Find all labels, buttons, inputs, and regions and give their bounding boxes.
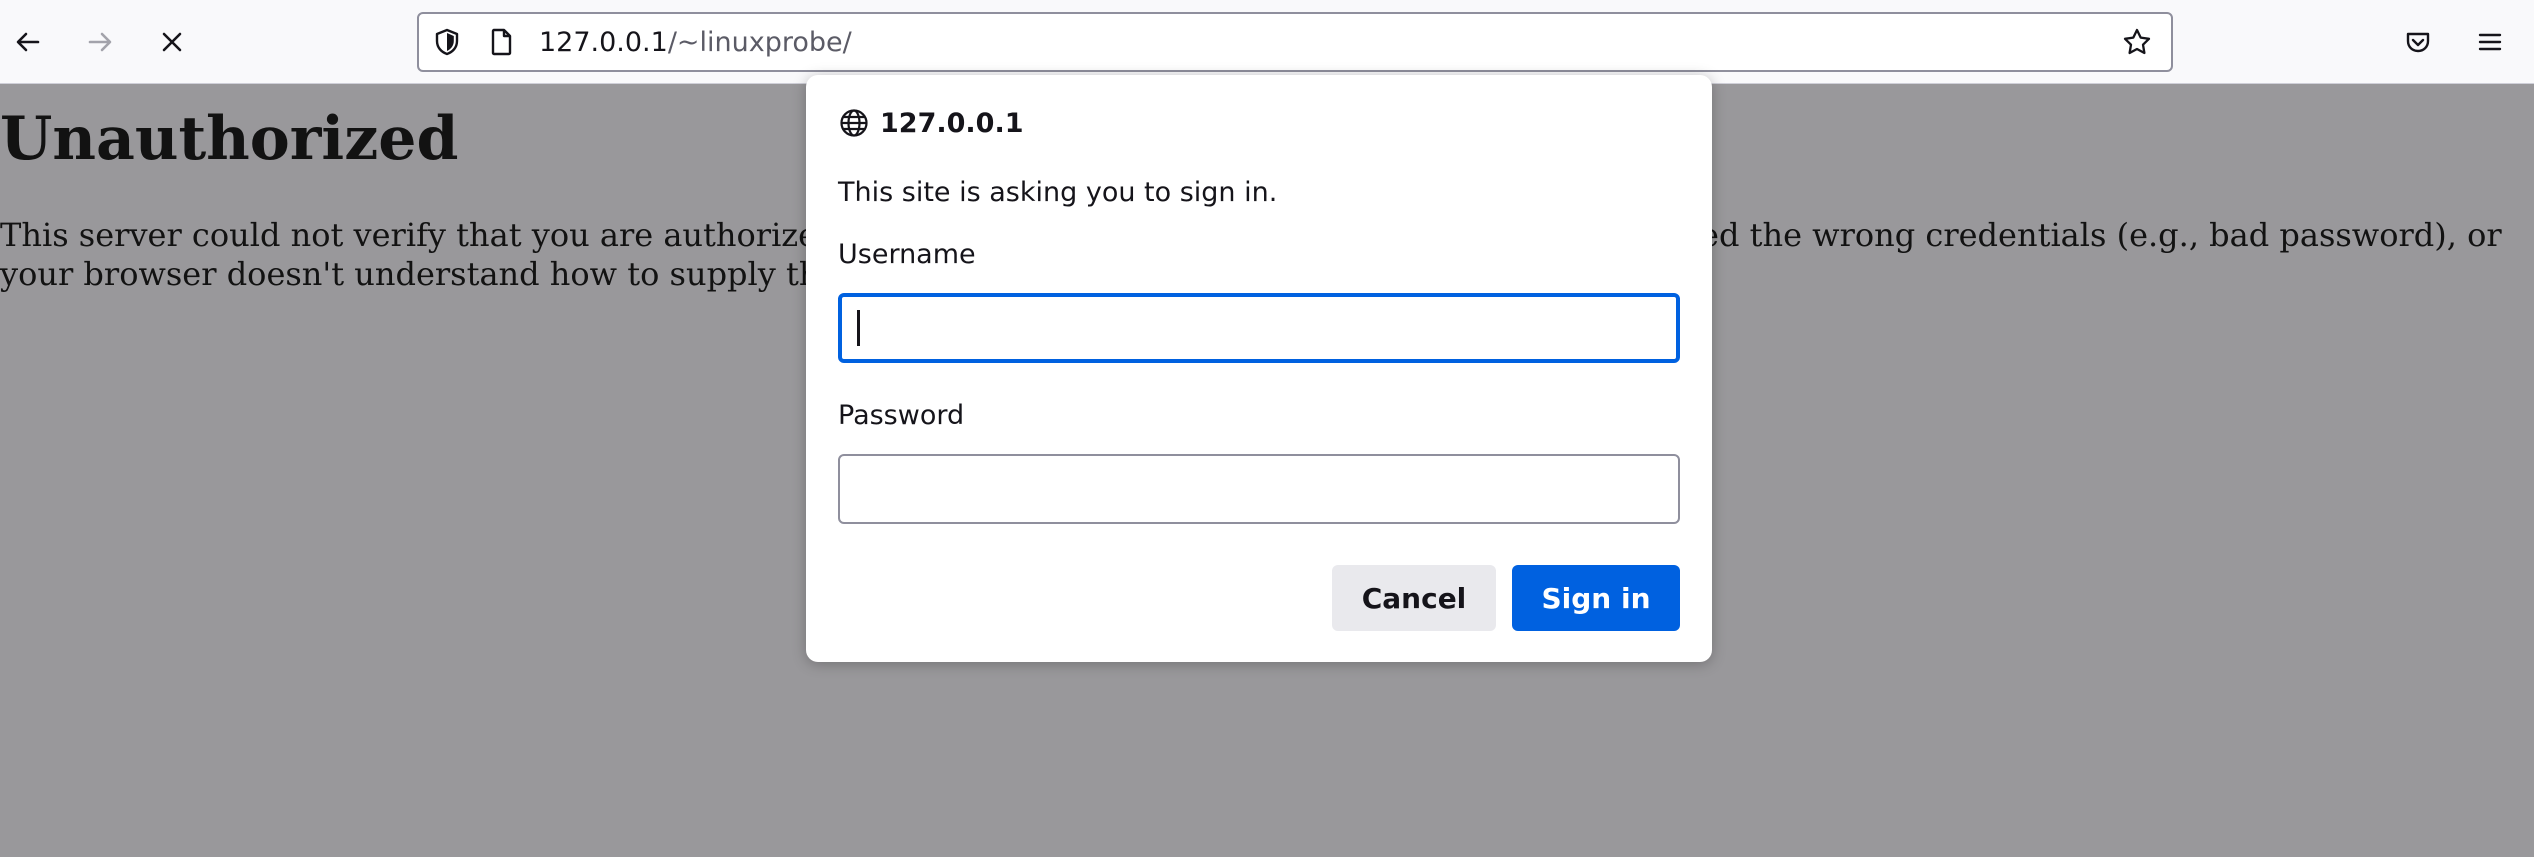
pocket-icon (2406, 32, 2430, 53)
dialog-host: 127.0.0.1 (880, 107, 1024, 139)
forward-arrow-icon (88, 32, 112, 52)
password-input[interactable] (838, 454, 1680, 524)
password-label: Password (838, 400, 965, 431)
username-input[interactable] (838, 293, 1680, 363)
pocket-button[interactable] (2394, 18, 2442, 66)
forward-button[interactable] (76, 18, 124, 66)
body-line1-right: ed the wrong credentials (e.g., bad pass… (1700, 216, 2502, 254)
app-menu-button[interactable] (2466, 18, 2514, 66)
page-icon[interactable] (485, 26, 517, 58)
dialog-message: This site is asking you to sign in. (838, 177, 1278, 208)
page-title: Unauthorized (0, 104, 459, 174)
dialog-header: 127.0.0.1 (838, 105, 1024, 141)
body-line1-left: This server could not verify that you ar… (0, 216, 818, 254)
cancel-button[interactable]: Cancel (1332, 565, 1496, 631)
browser-toolbar: 127.0.0.1/~linuxprobe/ (0, 0, 2534, 84)
hamburger-menu-icon (2478, 33, 2502, 51)
stop-loading-icon (162, 32, 182, 52)
back-arrow-icon (16, 32, 40, 52)
globe-icon (840, 109, 868, 137)
sign-in-dialog: 127.0.0.1 This site is asking you to sig… (806, 75, 1712, 662)
bookmark-star-icon[interactable] (2121, 26, 2153, 58)
address-bar[interactable]: 127.0.0.1/~linuxprobe/ (417, 12, 2173, 72)
url-text[interactable]: 127.0.0.1/~linuxprobe/ (539, 26, 852, 60)
back-button[interactable] (4, 18, 52, 66)
username-label: Username (838, 239, 976, 270)
url-path: /~linuxprobe/ (667, 27, 852, 58)
stop-button[interactable] (148, 18, 196, 66)
url-host: 127.0.0.1 (539, 27, 668, 58)
body-line2-left: your browser doesn't understand how to s… (0, 255, 820, 293)
sign-in-button[interactable]: Sign in (1512, 565, 1680, 631)
shield-icon[interactable] (431, 26, 463, 58)
text-caret (857, 310, 860, 346)
